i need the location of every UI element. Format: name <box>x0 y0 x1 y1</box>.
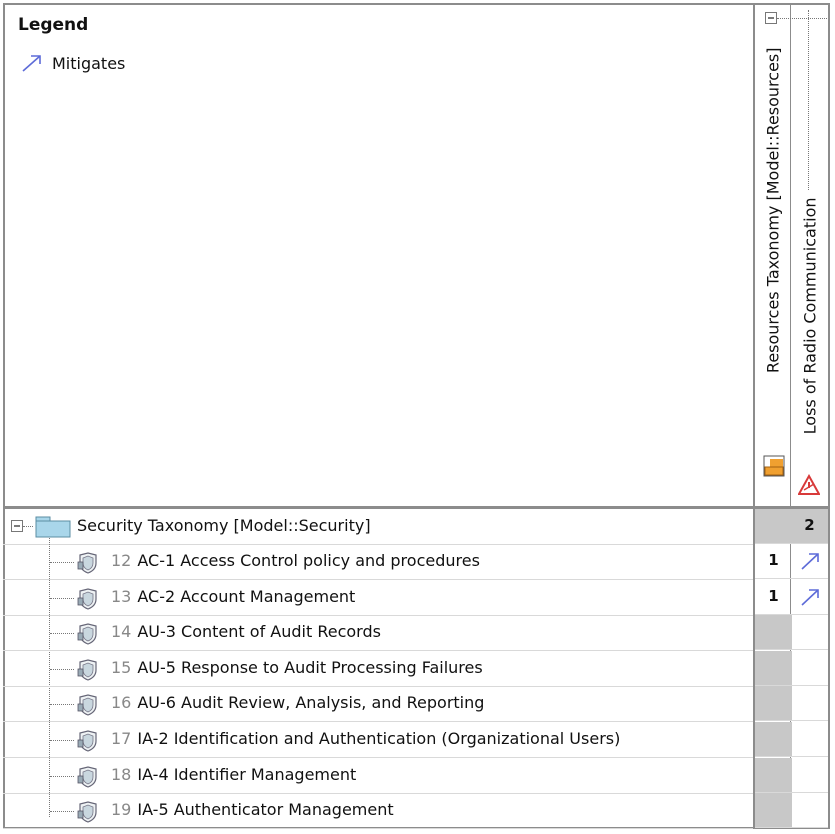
row-number: 15 <box>111 657 132 677</box>
column-label-loss-of-radio: Loss of Radio Communication <box>800 197 820 435</box>
tree-row[interactable]: 18 IA-4 Identifier Management <box>3 758 753 794</box>
column-header-loss-of-radio[interactable]: Loss of Radio Communication <box>792 8 828 504</box>
cell-resources[interactable] <box>755 757 792 793</box>
row-number: 18 <box>111 764 132 784</box>
cell-loss-of-radio[interactable] <box>791 580 828 615</box>
hazard-icon <box>798 474 820 495</box>
security-control-icon <box>77 801 97 823</box>
cell-resources[interactable] <box>755 722 792 757</box>
tree-row[interactable]: 19 IA-5 Authenticator Management <box>3 793 753 830</box>
cell-resources[interactable] <box>755 686 792 722</box>
tree-row-root[interactable]: Security Taxonomy [Model::Security] <box>3 509 753 545</box>
folder-icon <box>35 516 71 538</box>
root-cell-resources <box>755 509 792 544</box>
tree-row[interactable]: 13 AC-2 Account Management <box>3 580 753 616</box>
tree-row[interactable]: 15 AU-5 Response to Audit Processing Fail… <box>3 651 753 687</box>
root-label: Security Taxonomy [Model::Security] <box>77 516 371 535</box>
cell-resources[interactable] <box>755 793 792 829</box>
collapse-tree-icon[interactable] <box>11 520 23 532</box>
resources-package-icon <box>763 455 785 477</box>
cell-count: 1 <box>768 586 779 605</box>
root-count: 2 <box>804 516 815 534</box>
security-control-icon <box>77 694 97 717</box>
row-label: AC-2 Account Management <box>137 586 356 606</box>
cell-resources[interactable] <box>755 650 792 686</box>
tree-row[interactable]: 16 AU-6 Audit Review, Analysis, and Repor… <box>3 686 753 723</box>
root-cell-loss-of-radio: 2 <box>791 509 828 544</box>
row-number: 12 <box>111 551 132 570</box>
mitigates-arrow-icon <box>801 588 819 606</box>
security-control-icon <box>77 552 97 574</box>
cell-loss-of-radio[interactable] <box>791 722 828 757</box>
security-control-icon <box>77 587 97 610</box>
legend-title: Legend <box>18 15 89 35</box>
row-number: 17 <box>111 729 132 748</box>
cell-loss-of-radio[interactable] <box>791 651 828 686</box>
cell-resources[interactable]: 1 <box>755 580 792 615</box>
row-number: 19 <box>111 800 132 820</box>
row-number: 16 <box>111 693 132 713</box>
row-label: AU-6 Audit Review, Analysis, and Reporti… <box>137 693 485 713</box>
row-label: AC-1 Access Control policy and procedure… <box>137 551 480 570</box>
cell-resources[interactable] <box>755 615 792 651</box>
row-label: IA-2 Identification and Authentication (… <box>137 729 621 748</box>
cell-loss-of-radio[interactable] <box>791 793 828 829</box>
legend-item-label: Mitigates <box>52 53 126 73</box>
cell-loss-of-radio[interactable] <box>791 615 828 651</box>
mitigates-arrow-icon <box>801 553 819 570</box>
security-control-icon <box>77 659 97 681</box>
column-label-resources: Resources Taxonomy [Model::Resources] <box>763 47 783 374</box>
collapse-icon[interactable] <box>765 12 777 24</box>
security-control-icon <box>77 765 97 788</box>
row-number: 14 <box>111 622 132 642</box>
security-control-icon <box>77 730 97 752</box>
mitigates-arrow-icon <box>22 55 41 72</box>
row-number: 13 <box>111 586 132 606</box>
legend-item-mitigates: Mitigates <box>20 53 125 73</box>
row-label: AU-5 Response to Audit Processing Failur… <box>137 657 483 677</box>
security-control-icon <box>77 623 97 645</box>
tree-row[interactable]: 17 IA-2 Identification and Authentication… <box>3 722 753 758</box>
cell-resources[interactable]: 1 <box>755 544 792 579</box>
tree-row[interactable]: 12 AC-1 Access Control policy and procedu… <box>3 544 753 580</box>
cell-loss-of-radio[interactable] <box>791 686 828 722</box>
row-label: IA-4 Identifier Management <box>137 764 357 784</box>
row-label: AU-3 Content of Audit Records <box>137 622 381 642</box>
cell-loss-of-radio[interactable] <box>791 544 828 579</box>
cell-count: 1 <box>768 551 779 569</box>
cell-loss-of-radio[interactable] <box>791 758 828 793</box>
tree-row[interactable]: 14 AU-3 Content of Audit Records <box>3 615 753 652</box>
column-header-resources[interactable]: Resources Taxonomy [Model::Resources] <box>756 8 827 504</box>
row-label: IA-5 Authenticator Management <box>137 800 394 820</box>
